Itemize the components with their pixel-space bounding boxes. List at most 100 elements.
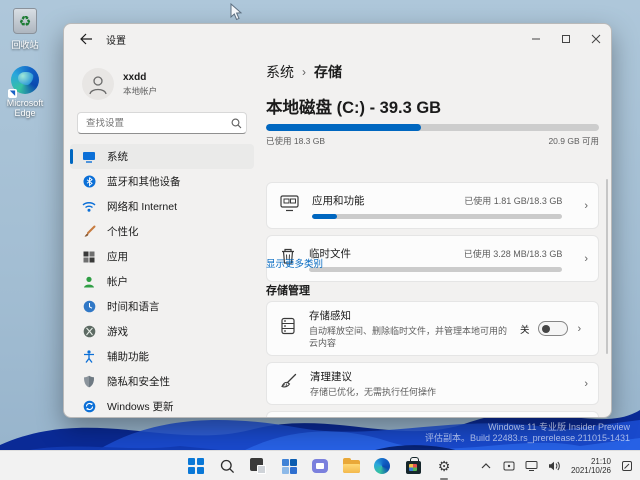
- settings-window: 设置 xxdd 本地帐户 查找设置 系统 蓝牙和其他设备 网络和 Interne…: [63, 23, 612, 418]
- search-icon: [226, 118, 246, 129]
- chevron-right-icon: ›: [584, 377, 588, 390]
- brush-icon: [82, 225, 96, 239]
- chevron-right-icon: ›: [584, 199, 588, 212]
- disk-free-label: 20.9 GB 可用: [548, 136, 599, 146]
- edge-icon: ◥: [8, 66, 40, 98]
- desktop-icon-edge[interactable]: ◥ Microsoft Edge: [2, 66, 48, 118]
- chat-icon[interactable]: [311, 457, 329, 475]
- close-button[interactable]: [581, 24, 611, 54]
- sidebar-nav-list: 系统 蓝牙和其他设备 网络和 Internet 个性化 应用 帐户 时间和语言 …: [70, 144, 254, 417]
- breadcrumb-root[interactable]: 系统: [266, 62, 294, 82]
- start-button[interactable]: [187, 457, 205, 475]
- sidebar-item-windows-update[interactable]: Windows 更新: [70, 394, 254, 417]
- update-icon: [82, 400, 96, 414]
- cleanup-recommendations-card[interactable]: 清理建议 存储已优化，无需执行任何操作 ›: [266, 362, 599, 405]
- user-account-type: 本地帐户: [123, 85, 158, 96]
- sidebar-item-accessibility[interactable]: 辅助功能: [70, 344, 254, 369]
- recycle-bin-icon: ♻: [10, 8, 40, 38]
- sidebar-item-label: 个性化: [107, 226, 139, 238]
- sidebar-item-label: 帐户: [107, 276, 128, 288]
- apps-icon: [82, 250, 96, 264]
- taskbar: ⚙ 21:10 2021/10/26: [0, 450, 640, 480]
- sidebar-item-personalization[interactable]: 个性化: [70, 219, 254, 244]
- display-icon: [82, 150, 96, 164]
- card-title: 存储感知: [309, 310, 351, 322]
- card-usage-bar: [309, 266, 563, 272]
- network-icon[interactable]: [525, 459, 539, 473]
- scrollbar[interactable]: [606, 179, 608, 354]
- sidebar-item-label: 蓝牙和其他设备: [107, 176, 181, 188]
- user-profile[interactable]: xxdd 本地帐户: [82, 68, 157, 100]
- chevron-right-icon: ›: [584, 252, 588, 265]
- taskbar-clock[interactable]: 21:10 2021/10/26: [571, 457, 611, 476]
- search-input[interactable]: [78, 117, 226, 129]
- storage-sense-card[interactable]: 存储感知 自动释放空间、删除临时文件，并管理本地可用的云内容 关 ›: [266, 301, 599, 356]
- bluetooth-icon: [82, 175, 96, 189]
- shortcut-arrow-icon: ◥: [8, 89, 17, 98]
- sidebar-item-system[interactable]: 系统: [70, 144, 254, 169]
- file-explorer-icon[interactable]: [342, 457, 360, 475]
- card-usage-value: 已使用 3.28 MB/18.3 GB: [463, 248, 563, 259]
- disk-used-label: 已使用 18.3 GB: [266, 136, 326, 146]
- toggle-state-label: 关: [520, 324, 530, 336]
- person-icon: [82, 275, 96, 289]
- chevron-right-icon: ›: [577, 322, 582, 335]
- wifi-icon: [82, 200, 96, 214]
- notifications-icon[interactable]: [620, 459, 634, 473]
- sidebar-item-accounts[interactable]: 帐户: [70, 269, 254, 294]
- storage-sense-icon: [280, 317, 296, 340]
- disk-title: 本地磁盘 (C:) - 39.3 GB: [266, 99, 442, 117]
- sidebar-item-bluetooth[interactable]: 蓝牙和其他设备: [70, 169, 254, 194]
- window-title: 设置: [106, 36, 126, 47]
- back-button[interactable]: [78, 32, 94, 46]
- ime-icon[interactable]: [502, 459, 516, 473]
- storage-sense-toggle[interactable]: [537, 321, 568, 336]
- volume-icon[interactable]: [548, 459, 562, 473]
- settings-taskbar-icon[interactable]: ⚙: [435, 457, 453, 480]
- advanced-storage-card[interactable]: 高级存储设置 ›: [266, 411, 599, 417]
- maximize-button[interactable]: [551, 24, 581, 54]
- breadcrumb-separator: ›: [302, 65, 306, 79]
- tray-chevron-up-icon[interactable]: [479, 459, 493, 473]
- storage-page: 系统 › 存储 本地磁盘 (C:) - 39.3 GB 已使用 18.3 GB …: [266, 54, 599, 417]
- shield-icon: [82, 375, 96, 389]
- clock-icon: [82, 300, 96, 314]
- disk-usage-bar: [266, 124, 599, 131]
- desktop-icon-label: Microsoft Edge: [6, 98, 44, 118]
- desktop-icon-recycle-bin[interactable]: ♻ 回收站: [2, 6, 48, 50]
- breadcrumb: 系统 › 存储: [266, 62, 342, 82]
- apps-features-card[interactable]: 应用和功能 已使用 1.81 GB/18.3 GB ›: [266, 182, 599, 229]
- taskbar-search-icon[interactable]: [218, 457, 236, 475]
- sidebar-item-label: 游戏: [107, 326, 128, 338]
- storage-management-heading: 存储管理: [266, 285, 310, 297]
- settings-search[interactable]: [77, 112, 247, 134]
- desktop-icon-label: 回收站: [11, 40, 39, 50]
- card-subtitle: 自动释放空间、删除临时文件，并管理本地可用的云内容: [309, 326, 508, 348]
- xbox-icon: [82, 325, 96, 339]
- card-usage-value: 已使用 1.81 GB/18.3 GB: [464, 195, 563, 206]
- settings-sidebar: xxdd 本地帐户 系统 蓝牙和其他设备 网络和 Internet: [64, 54, 260, 417]
- clock-date: 2021/10/26: [570, 466, 611, 475]
- task-view-icon[interactable]: [249, 457, 267, 475]
- sidebar-item-time-language[interactable]: 时间和语言: [70, 294, 254, 319]
- edge-taskbar-icon[interactable]: [373, 457, 391, 475]
- sidebar-item-network[interactable]: 网络和 Internet: [70, 194, 254, 219]
- user-name: xxdd: [123, 71, 147, 83]
- store-icon[interactable]: [404, 457, 422, 475]
- card-title: 清理建议: [310, 370, 352, 383]
- card-subtitle: 存储已优化，无需执行任何操作: [310, 386, 437, 397]
- show-more-categories-link[interactable]: 显示更多类别: [266, 256, 323, 270]
- breadcrumb-leaf: 存储: [314, 64, 342, 80]
- sidebar-item-label: Windows 更新: [107, 401, 174, 413]
- card-title: 应用和功能: [312, 194, 365, 207]
- accessibility-icon: [82, 350, 96, 364]
- title-bar[interactable]: 设置: [64, 24, 611, 54]
- sidebar-item-apps[interactable]: 应用: [70, 244, 254, 269]
- sidebar-item-gaming[interactable]: 游戏: [70, 319, 254, 344]
- sidebar-item-label: 辅助功能: [107, 351, 149, 363]
- card-usage-bar: [312, 213, 563, 219]
- sidebar-item-privacy[interactable]: 隐私和安全性: [70, 369, 254, 394]
- minimize-button[interactable]: [521, 24, 551, 54]
- widgets-icon[interactable]: [280, 457, 298, 475]
- sidebar-item-label: 隐私和安全性: [107, 376, 170, 388]
